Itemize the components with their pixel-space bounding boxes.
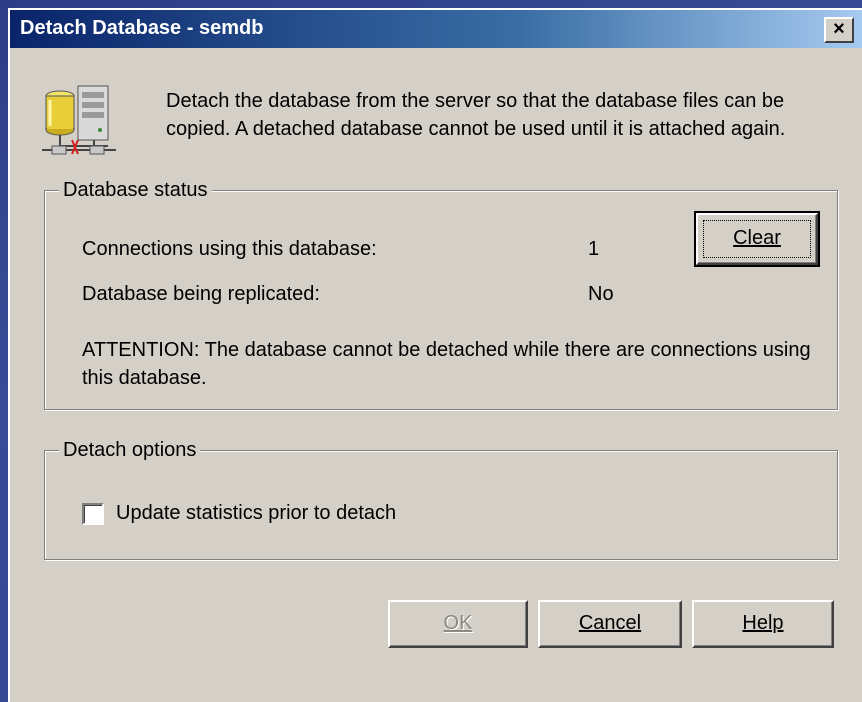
help-button-label: Help [742, 612, 784, 634]
dialog-description: Detach the database from the server so t… [166, 90, 786, 140]
connections-label: Connections using this database: [82, 238, 377, 260]
connections-value: 1 [588, 238, 600, 260]
close-button[interactable]: × [824, 17, 854, 43]
update-statistics-label[interactable]: Update statistics prior to detach [116, 500, 396, 526]
help-button[interactable]: Help [692, 600, 834, 648]
database-server-icon [42, 85, 116, 155]
detach-options-label: Detach options [59, 437, 201, 463]
close-icon: × [833, 18, 845, 40]
clear-button[interactable]: Clear [694, 211, 820, 267]
cancel-button[interactable]: Cancel [538, 600, 682, 648]
ok-button-label: OK [443, 612, 473, 634]
title-bar[interactable]: Detach Database - semdb × [10, 10, 862, 48]
update-statistics-checkbox[interactable] [82, 503, 104, 525]
replicated-label: Database being replicated: [82, 283, 320, 305]
database-status-label: Database status [59, 177, 212, 203]
detach-database-dialog: Detach Database - semdb × Detach the dat… [8, 8, 862, 702]
ok-button[interactable]: OK [388, 600, 528, 648]
window-title: Detach Database - semdb [20, 17, 264, 39]
clear-button-label: Clear [733, 227, 781, 249]
replicated-value: No [588, 283, 614, 305]
attention-message: ATTENTION: The database cannot be detach… [82, 339, 811, 389]
cancel-button-label: Cancel [578, 612, 642, 634]
